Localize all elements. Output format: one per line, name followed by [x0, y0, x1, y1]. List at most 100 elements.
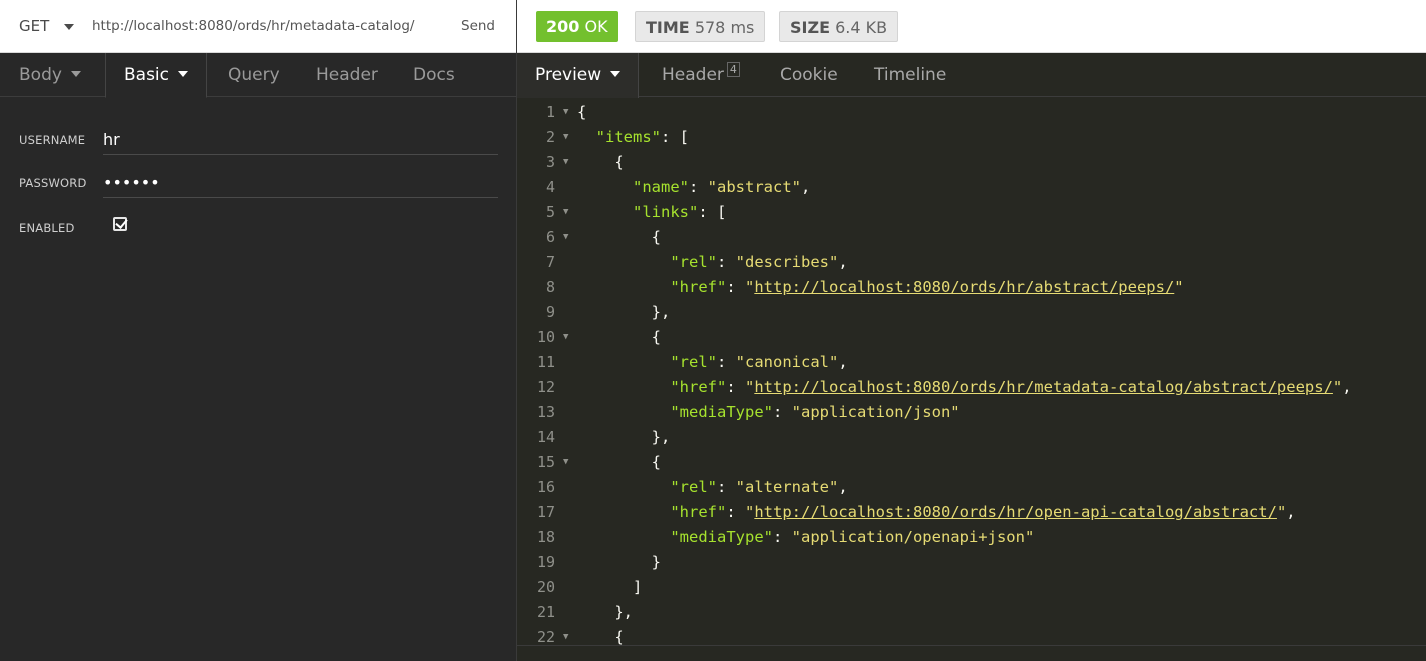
password-field[interactable]: ••••••	[103, 168, 498, 198]
chevron-down-icon[interactable]	[64, 24, 74, 30]
line-number: 4	[545, 178, 555, 196]
code-text: "rel": "describes",	[577, 250, 847, 275]
time-label: TIME	[646, 18, 690, 37]
json-punct	[577, 403, 670, 421]
line-number: 13	[536, 403, 555, 421]
send-button[interactable]: Send	[461, 18, 495, 34]
json-punct: :	[689, 178, 708, 196]
fold-toggle-icon[interactable]: ▼	[563, 325, 568, 350]
line-number: 6	[545, 228, 555, 246]
json-punct: :	[726, 503, 745, 521]
json-string: "	[745, 503, 755, 521]
chevron-down-icon	[70, 71, 81, 77]
json-punct: ,	[838, 478, 848, 496]
json-string: "	[1332, 378, 1343, 396]
json-punct: :	[717, 478, 736, 496]
json-key: "items"	[595, 128, 661, 146]
password-label: PASSWORD	[19, 176, 87, 190]
json-punct: :	[772, 403, 792, 421]
json-punct	[577, 278, 670, 296]
code-text: "href": "http://localhost:8080/ords/hr/m…	[577, 375, 1352, 400]
json-punct: ,	[1342, 378, 1352, 396]
tab-preview[interactable]: Preview	[517, 53, 640, 98]
json-punct: ,	[801, 178, 811, 196]
fold-toggle-icon[interactable]: ▼	[563, 450, 568, 475]
json-link[interactable]: http://localhost:8080/ords/hr/metadata-c…	[754, 378, 1333, 396]
tab-response-header-label: Header	[662, 65, 724, 85]
tab-basic[interactable]: Basic	[105, 53, 208, 98]
json-punct	[577, 478, 670, 496]
response-tabs: Preview Header 4 Cookie Timeline	[517, 53, 1426, 98]
json-string: "	[1174, 278, 1184, 296]
json-punct: :	[772, 528, 792, 546]
fold-toggle-icon[interactable]: ▼	[563, 125, 568, 150]
url-input[interactable]: http://localhost:8080/ords/hr/metadata-c…	[92, 18, 414, 34]
json-punct: :	[717, 253, 736, 271]
code-text: {	[577, 225, 661, 250]
json-link[interactable]: http://localhost:8080/ords/hr/open-api-c…	[754, 503, 1277, 521]
json-punct: :	[726, 378, 745, 396]
request-pane: GET http://localhost:8080/ords/hr/metada…	[0, 0, 516, 661]
json-punct: },	[577, 303, 671, 321]
json-key: "rel"	[670, 478, 717, 496]
chevron-down-icon	[178, 71, 189, 77]
json-key: "href"	[670, 278, 727, 296]
line-number: 12	[536, 378, 555, 396]
line-number: 16	[536, 478, 555, 496]
tab-docs[interactable]: Docs	[413, 53, 455, 97]
json-string: "canonical"	[735, 353, 839, 371]
fold-toggle-icon[interactable]: ▼	[563, 625, 568, 645]
json-link[interactable]: http://localhost:8080/ords/hr/abstract/p…	[754, 278, 1174, 296]
json-punct: ,	[838, 353, 848, 371]
line-number: 1	[545, 103, 555, 121]
json-key: "name"	[633, 178, 689, 196]
json-key: "rel"	[670, 353, 717, 371]
code-text: {	[577, 450, 661, 475]
time-value: 578 ms	[694, 18, 755, 37]
fold-toggle-icon[interactable]: ▼	[563, 200, 568, 225]
fold-toggle-icon[interactable]: ▼	[563, 150, 568, 175]
response-status-bar: 200 OK TIME 578 ms SIZE 6.4 KB	[517, 0, 1426, 53]
tab-timeline[interactable]: Timeline	[874, 53, 946, 97]
status-text: OK	[584, 17, 608, 36]
tab-header[interactable]: Header	[316, 53, 378, 97]
json-punct	[577, 528, 670, 546]
fold-toggle-icon[interactable]: ▼	[563, 100, 568, 125]
request-tabs: Body Basic Query Header Docs	[0, 53, 516, 98]
json-preview[interactable]: 1 ▼{2 ▼ "items": [3 ▼ {4 "name": "abstract"…	[517, 100, 1426, 645]
json-string: "describes"	[735, 253, 839, 271]
code-text: "items": [	[577, 125, 689, 150]
tab-body[interactable]: Body	[19, 53, 81, 97]
method-select[interactable]: GET	[19, 17, 49, 35]
json-punct: : [	[661, 128, 689, 146]
json-punct	[577, 178, 633, 196]
code-text: {	[577, 100, 586, 125]
json-punct: : [	[698, 203, 727, 221]
json-punct: :	[726, 278, 745, 296]
json-punct	[577, 203, 633, 221]
password-row: PASSWORD ••••••	[19, 168, 499, 200]
enabled-checkbox[interactable]	[113, 217, 127, 231]
enabled-row: ENABLED	[19, 217, 499, 237]
code-text: },	[577, 600, 633, 625]
time-badge: TIME 578 ms	[635, 11, 766, 42]
tab-query[interactable]: Query	[228, 53, 280, 97]
json-string: "	[745, 378, 755, 396]
username-field[interactable]: hr	[103, 125, 498, 155]
code-text: "links": [	[577, 200, 726, 225]
code-text: {	[577, 150, 624, 175]
username-label: USERNAME	[19, 133, 86, 147]
json-string: "application/json"	[791, 403, 960, 421]
horizontal-scrollbar[interactable]	[517, 645, 1426, 661]
line-number: 15	[536, 453, 555, 471]
fold-toggle-icon[interactable]: ▼	[563, 225, 568, 250]
json-key: "mediaType"	[670, 403, 773, 421]
tab-cookie[interactable]: Cookie	[780, 53, 838, 97]
response-pane: 200 OK TIME 578 ms SIZE 6.4 KB Preview H…	[516, 0, 1426, 661]
json-punct: :	[717, 353, 736, 371]
tab-response-header[interactable]: Header 4	[662, 53, 740, 97]
json-punct: {	[577, 153, 624, 171]
line-number: 20	[536, 578, 555, 596]
code-text: },	[577, 300, 671, 325]
code-text: },	[577, 425, 671, 450]
